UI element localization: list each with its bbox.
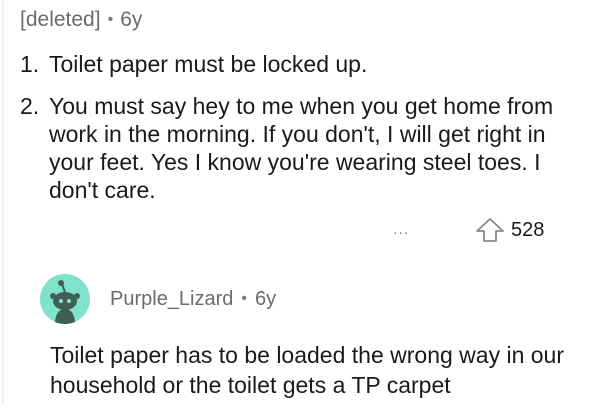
separator-dot: • [241, 290, 248, 307]
list-item-number: 1. [20, 51, 40, 77]
rules-list: 1. Toilet paper must be locked up. 2. Yo… [20, 50, 585, 204]
more-options-button[interactable]: ... [393, 221, 409, 239]
comment-body: 1. Toilet paper must be locked up. 2. Yo… [20, 50, 585, 204]
list-item-text: You must say hey to me when you get home… [49, 93, 554, 203]
snoo-avatar-icon [50, 280, 80, 324]
comment-age: 6y [120, 8, 143, 31]
separator-dot: • [107, 11, 114, 28]
avatar[interactable] [40, 274, 90, 324]
list-item: 1. Toilet paper must be locked up. [20, 50, 585, 78]
list-item-number: 2. [20, 93, 40, 119]
comment-header: [deleted] • 6y [20, 8, 142, 32]
list-item-text: Toilet paper must be locked up. [49, 51, 368, 77]
list-item: 2. You must say hey to me when you get h… [20, 92, 585, 204]
reply-header: Purple_Lizard • 6y [40, 274, 580, 324]
reply-author[interactable]: Purple_Lizard [110, 288, 233, 311]
thread-line[interactable] [2, 0, 4, 405]
upvote-arrow-icon[interactable] [475, 217, 505, 243]
reply-body: Toilet paper has to be loaded the wrong … [50, 342, 564, 398]
vote-count: 528 [511, 218, 545, 241]
upvote-button[interactable]: 528 [475, 217, 544, 243]
reply-comment: Purple_Lizard • 6y Toilet paper has to b… [40, 274, 580, 398]
comment-actions: ... 528 [0, 217, 599, 247]
comment-author[interactable]: [deleted] [20, 8, 101, 32]
reply-age: 6y [255, 287, 277, 310]
